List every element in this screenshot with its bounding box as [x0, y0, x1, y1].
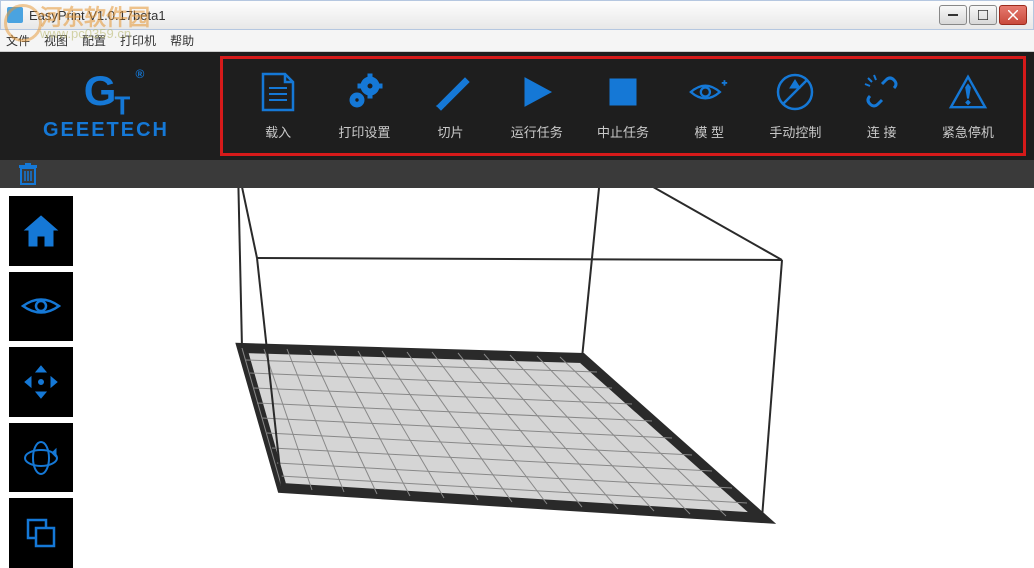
connect-label: 连 接 [867, 122, 897, 141]
run-task-label: 运行任务 [511, 122, 563, 141]
copy-button[interactable] [9, 498, 73, 568]
app-icon [7, 7, 23, 23]
move-arrows-icon [23, 364, 59, 400]
file-icon [258, 72, 298, 112]
minimize-icon [948, 14, 958, 16]
logo-text: GEEETECH [43, 119, 169, 142]
model-button[interactable]: 模 型 [673, 72, 745, 141]
stop-task-label: 中止任务 [597, 122, 649, 141]
rotate-button[interactable] [9, 423, 73, 493]
connect-button[interactable]: 连 接 [846, 72, 918, 141]
warning-triangle-icon [948, 72, 988, 112]
sidebar [0, 188, 82, 568]
manual-control-button[interactable]: 手动控制 [759, 72, 831, 141]
secondary-bar [0, 160, 1034, 188]
menu-printer[interactable]: 打印机 [120, 32, 156, 49]
menu-file[interactable]: 文件 [6, 32, 30, 49]
logo-monogram: GT® [84, 70, 129, 118]
menu-view[interactable]: 视图 [44, 32, 68, 49]
print-settings-button[interactable]: 打印设置 [328, 72, 400, 141]
trash-icon[interactable] [18, 163, 38, 185]
load-label: 载入 [265, 122, 291, 141]
emergency-stop-label: 紧急停机 [942, 122, 994, 141]
3d-viewport[interactable] [82, 188, 1034, 568]
maximize-button[interactable] [969, 5, 997, 25]
menu-help[interactable]: 帮助 [170, 32, 194, 49]
target-icon [775, 72, 815, 112]
print-settings-label: 打印设置 [338, 122, 390, 141]
rotate-icon [22, 439, 60, 477]
build-volume-render [82, 188, 1032, 568]
view-button[interactable] [9, 272, 73, 342]
toolbar-area: GT® GEEETECH 载入 打印设置 切片 运行任务 [0, 52, 1034, 160]
load-button[interactable]: 载入 [242, 72, 314, 141]
maximize-icon [978, 10, 988, 20]
close-icon [1008, 10, 1018, 20]
stop-task-button[interactable]: 中止任务 [587, 72, 659, 141]
brand-logo: GT® GEEETECH [0, 52, 212, 160]
menubar: 文件 视图 配置 打印机 帮助 [0, 30, 1034, 52]
minimize-button[interactable] [939, 5, 967, 25]
copy-icon [25, 517, 57, 549]
link-broken-icon [862, 72, 902, 112]
model-label: 模 型 [694, 122, 724, 141]
run-task-button[interactable]: 运行任务 [501, 72, 573, 141]
main-toolbar: 载入 打印设置 切片 运行任务 中止任务 [220, 56, 1026, 156]
home-icon [23, 214, 59, 248]
close-button[interactable] [999, 5, 1027, 25]
slice-label: 切片 [438, 122, 464, 141]
stop-icon [603, 72, 643, 112]
home-view-button[interactable] [9, 196, 73, 266]
emergency-stop-button[interactable]: 紧急停机 [932, 72, 1004, 141]
gears-icon [344, 72, 384, 112]
titlebar: EasyPrint V1.0.17beta1 [0, 0, 1034, 30]
window-controls [939, 5, 1027, 25]
main-area [0, 188, 1034, 568]
menu-config[interactable]: 配置 [82, 32, 106, 49]
slice-button[interactable]: 切片 [415, 72, 487, 141]
play-icon [517, 72, 557, 112]
move-button[interactable] [9, 347, 73, 417]
knife-icon [431, 72, 471, 112]
eye-icon [21, 293, 61, 319]
manual-control-label: 手动控制 [769, 122, 821, 141]
window-title: EasyPrint V1.0.17beta1 [29, 8, 939, 23]
eye-plus-icon [689, 72, 729, 112]
